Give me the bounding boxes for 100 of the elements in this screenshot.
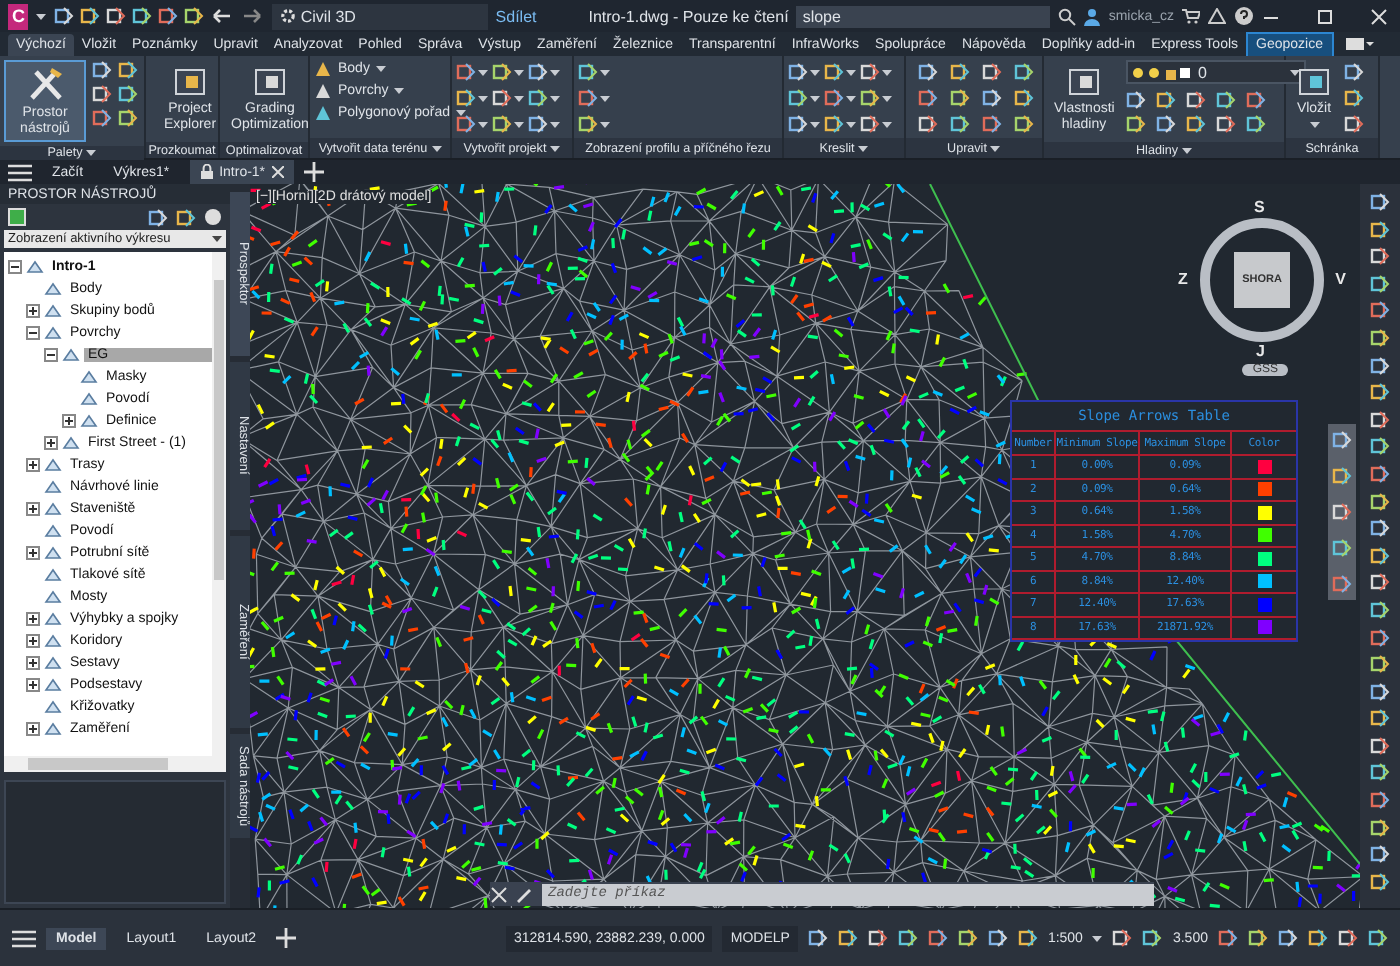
close-icon[interactable] [1370,7,1389,25]
tool-icon[interactable] [1370,572,1390,593]
tool-icon[interactable] [1126,90,1146,110]
tool-icon[interactable] [824,62,844,82]
scrollbar[interactable] [4,756,226,772]
search-icon[interactable] [1058,7,1077,25]
tool-icon[interactable] [184,6,205,26]
close-icon[interactable] [271,166,284,178]
tool-icon[interactable] [1218,928,1238,948]
tool-icon[interactable] [918,62,938,82]
tool-icon[interactable] [118,84,138,104]
tool-icon[interactable] [80,6,101,26]
triangle-icon[interactable] [1208,8,1227,24]
layer-dropdown[interactable]: 0 [1126,60,1306,84]
tool-icon[interactable] [1370,518,1390,539]
tool-icon[interactable] [1370,708,1390,729]
tool-icon[interactable] [1370,355,1390,376]
tool-icon[interactable] [1014,62,1034,82]
tool-icon[interactable] [1344,114,1364,134]
tool-icon[interactable] [1370,491,1390,512]
tool-icon[interactable] [1248,928,1268,948]
cart-icon[interactable] [1182,8,1201,24]
tool-icon[interactable] [456,62,476,82]
tool-icon[interactable] [1344,88,1364,108]
tool-icon[interactable] [1370,817,1390,838]
tool-icon[interactable] [1014,114,1034,134]
tool-icon[interactable] [1370,246,1390,267]
tool-icon[interactable] [1344,62,1364,82]
tool-icon[interactable] [788,114,808,134]
collapse-icon[interactable] [44,348,58,362]
tool-icon[interactable] [1370,599,1390,620]
collapse-icon[interactable] [26,326,40,340]
add-layout-icon[interactable] [276,928,297,948]
tool-icon[interactable] [950,114,970,134]
tool-icon[interactable] [927,928,948,948]
new-tab-icon[interactable] [303,162,324,182]
tool-icon[interactable] [1370,382,1390,403]
tool-icon[interactable] [950,88,970,108]
expand-icon[interactable] [26,304,40,318]
tool-icon[interactable] [492,114,512,134]
tool-icon[interactable] [1112,928,1133,948]
tool-icon[interactable] [897,928,918,948]
tool-icon[interactable] [118,60,138,80]
tool-icon[interactable] [1156,90,1176,110]
tool-icon[interactable] [788,62,808,82]
expand-icon[interactable] [26,656,40,670]
tool-icon[interactable] [1186,114,1206,134]
tool-icon[interactable] [578,88,598,108]
tool-icon[interactable] [860,88,880,108]
tool-icon[interactable] [1370,300,1390,321]
tool-icon[interactable] [1142,928,1163,948]
tool-icon[interactable] [1370,681,1390,702]
tool-icon[interactable] [837,928,858,948]
expand-icon[interactable] [44,436,58,450]
tool-icon[interactable] [1370,545,1390,566]
expand-icon[interactable] [26,678,40,692]
ribbon-toggle-icon[interactable] [1345,38,1373,50]
tool-icon[interactable] [492,62,512,82]
menu-icon[interactable] [8,163,32,181]
tool-icon[interactable] [456,114,476,134]
redo-icon[interactable] [240,6,265,26]
tool-icon[interactable] [860,114,880,134]
menu-icon[interactable] [12,929,36,947]
tool-icon[interactable] [1370,273,1390,294]
tool-icon[interactable] [92,108,112,128]
tool-icon[interactable] [1126,114,1146,134]
tool-icon[interactable] [92,60,112,80]
tool-icon[interactable] [148,207,168,227]
tool-icon[interactable] [1370,844,1390,865]
tool-icon[interactable] [824,114,844,134]
tool-icon[interactable] [982,114,1002,134]
tool-icon[interactable] [106,6,127,26]
tool-icon[interactable] [1246,90,1266,110]
search-field[interactable]: slope [796,5,1051,27]
close-icon[interactable] [490,885,510,903]
tool-icon[interactable] [578,62,598,82]
tool-icon[interactable] [528,62,548,82]
tool-icon[interactable] [918,88,938,108]
tool-icon[interactable] [1017,928,1038,948]
workspace-dropdown[interactable]: Civil 3D [272,3,488,29]
tool-icon[interactable] [1246,114,1266,134]
expand-icon[interactable] [26,546,40,560]
collapse-icon[interactable] [8,260,22,274]
tool-icon[interactable] [1156,114,1176,134]
tool-icon[interactable] [1370,327,1390,348]
tool-icon[interactable] [982,88,1002,108]
tool-icon[interactable] [1278,928,1298,948]
tool-icon[interactable] [807,928,828,948]
tool-icon[interactable] [54,6,75,26]
tool-icon[interactable] [1186,90,1206,110]
tool-icon[interactable] [1370,627,1390,647]
tool-icon[interactable] [1014,88,1034,108]
tool-icon[interactable] [1370,654,1390,675]
tool-icon[interactable] [1370,871,1390,892]
tool-icon[interactable] [1370,192,1390,212]
tool-icon[interactable] [1216,114,1236,134]
tool-icon[interactable] [1338,928,1358,948]
tool-icon[interactable] [824,88,844,108]
share-button[interactable]: Sdílet [495,7,537,25]
tool-icon[interactable] [158,6,179,26]
